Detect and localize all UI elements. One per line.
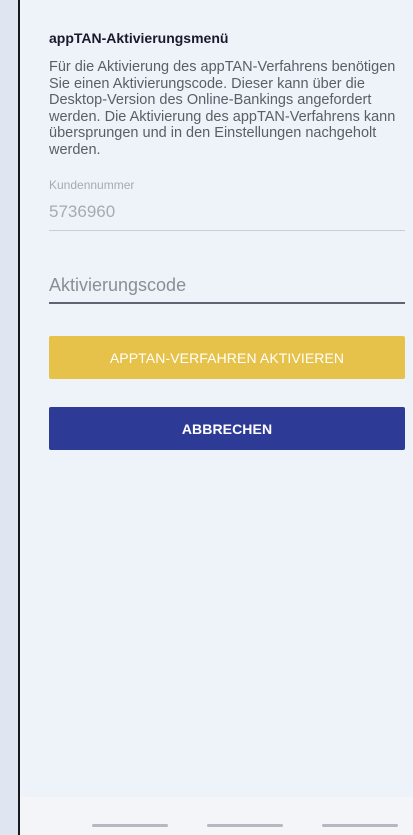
cancel-button[interactable]: ABBRECHEN (49, 407, 405, 450)
page-title: appTAN-Aktivierungsmenü (49, 30, 229, 46)
activation-menu: appTAN-Aktivierungsmenü Für die Aktivier… (49, 29, 405, 450)
nav-indicator-right[interactable] (322, 824, 398, 827)
activation-code-input[interactable] (49, 274, 405, 304)
activate-apptan-button[interactable]: APPTAN-VERFAHREN AKTIVIEREN (49, 336, 405, 379)
customer-number-value: 5736960 (49, 202, 405, 231)
nav-indicator-center[interactable] (207, 824, 283, 827)
customer-number-field: Kundennummer 5736960 (49, 178, 405, 231)
customer-number-label: Kundennummer (49, 178, 135, 192)
app-screen: appTAN-Aktivierungsmenü Für die Aktivier… (18, 0, 413, 835)
activation-code-field (49, 274, 405, 304)
activation-description: Für die Aktivierung des appTAN-Verfahren… (49, 59, 396, 158)
nav-indicator-left[interactable] (92, 824, 168, 827)
system-navigation-bar (20, 797, 413, 835)
